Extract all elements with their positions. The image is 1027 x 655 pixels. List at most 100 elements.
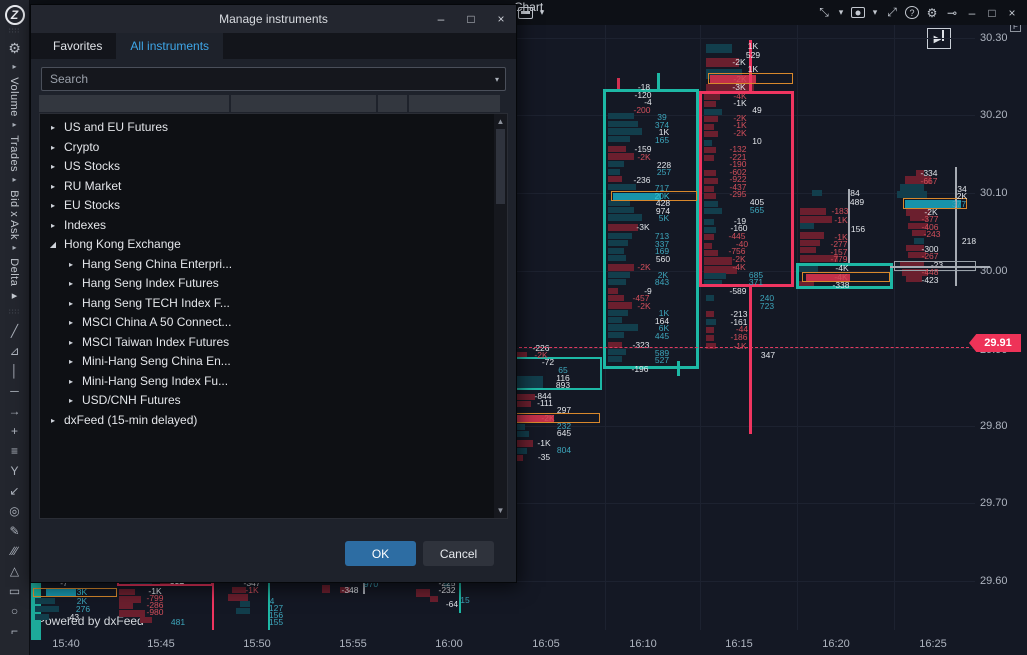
horizontal-line-tool[interactable]: ─ — [0, 381, 30, 401]
triangle-tool[interactable]: △ — [0, 561, 30, 581]
tree-item[interactable]: ▸Indexes — [40, 216, 507, 236]
minimize-icon[interactable]: – — [965, 6, 979, 20]
tree-item[interactable]: ▸Mini-Hang Seng China En... — [40, 352, 507, 372]
vertical-line-tool[interactable]: │ — [0, 361, 30, 381]
close-icon[interactable]: × — [494, 12, 508, 26]
collapsed-arrow-icon[interactable]: ▸ — [48, 157, 58, 177]
chevron-down-icon[interactable]: ▾ — [538, 7, 546, 18]
tree-item[interactable]: ▸ dxFeed (15-min delayed) — [40, 411, 507, 431]
tree-item[interactable]: ▸ MSCI Taiwan Index Futures — [40, 333, 507, 353]
pin-icon[interactable]: ⊸ — [945, 6, 959, 20]
polyline-tool[interactable]: ↙ — [0, 481, 30, 501]
tree-scrollbar[interactable]: ▲ ▼ — [494, 114, 507, 518]
pitchfork-tool[interactable]: Y — [0, 461, 30, 481]
list-header-cell[interactable] — [409, 95, 500, 112]
tree-item[interactable]: ▸Hang Seng Index Futures — [40, 274, 507, 294]
list-header-cell[interactable] — [378, 95, 407, 112]
expanded-arrow-icon[interactable]: ◢ — [48, 235, 58, 255]
tree-item[interactable]: ▸RU Market — [40, 177, 507, 197]
cluster-value: 347 — [761, 351, 775, 360]
collapsed-arrow-icon[interactable]: ▸ — [66, 372, 76, 392]
tree-item[interactable]: ▸EU Stocks — [40, 196, 507, 216]
collapsed-arrow-icon[interactable]: ▸ — [66, 255, 76, 275]
magnet-tool[interactable]: ◎ — [0, 501, 30, 521]
ellipse-tool[interactable]: ○ — [0, 601, 30, 621]
help-icon[interactable]: ? — [905, 6, 919, 19]
collapsed-arrow-icon[interactable]: ▸ — [66, 333, 76, 353]
scroll-down-icon[interactable]: ▼ — [494, 506, 507, 515]
levels-tool[interactable]: ≡ — [0, 441, 30, 461]
sidebar-section-volume[interactable]: ▸ Volume — [8, 62, 20, 117]
tree-item[interactable]: ▸Hang Seng China Enterpri... — [40, 255, 507, 275]
tree-item[interactable]: ▸US Stocks — [40, 157, 507, 177]
minimize-icon[interactable]: – — [434, 12, 448, 26]
scrollbar-thumb[interactable] — [496, 129, 505, 204]
collapsed-arrow-icon[interactable]: ▸ — [66, 313, 76, 333]
tab-all-instruments[interactable]: All instruments — [116, 33, 223, 59]
price-axis-label: 30.30 — [980, 32, 1008, 44]
sidebar-section-trades[interactable]: ▸ Trades — [8, 120, 20, 172]
collapsed-arrow-icon[interactable]: ▸ — [66, 391, 76, 411]
cluster-bar — [706, 311, 714, 317]
cluster-value: -4K — [732, 263, 745, 272]
search-input[interactable] — [41, 67, 506, 91]
dialog-titlebar[interactable]: Manage instruments –□× — [31, 5, 516, 33]
collapsed-arrow-icon[interactable]: ▸ — [48, 177, 58, 197]
camera-icon[interactable] — [851, 7, 865, 18]
ok-button[interactable]: OK — [345, 541, 416, 566]
cancel-button[interactable]: Cancel — [423, 541, 494, 566]
app-logo-icon[interactable]: Z — [5, 5, 25, 25]
scroll-up-icon[interactable]: ▲ — [494, 117, 507, 126]
fullscreen-icon[interactable]: ⤢ — [885, 5, 899, 20]
drag-grip-icon[interactable]: ∷∷ — [9, 29, 20, 34]
sidebar-section-bid-x-ask[interactable]: ▸ Bid x Ask — [8, 175, 20, 240]
hatch-tool[interactable]: ∕∕∕ — [0, 541, 30, 561]
collapsed-arrow-icon[interactable]: ▸ — [48, 196, 58, 216]
panel-link-icon[interactable] — [518, 7, 533, 19]
collapsed-arrow-icon[interactable]: ▸ — [48, 216, 58, 236]
manage-instruments-dialog: Manage instruments –□× FavoritesAll inst… — [30, 4, 517, 583]
trend-line-tool[interactable]: ╱ — [0, 321, 30, 341]
angle-tool[interactable]: ⊿ — [0, 341, 30, 361]
tree-item[interactable]: ▸MSCI China A 50 Connect... — [40, 313, 507, 333]
cluster-bar — [800, 208, 826, 215]
list-header-cell[interactable] — [231, 95, 376, 112]
tree-item[interactable]: ▸Hang Seng TECH Index F... — [40, 294, 507, 314]
rectangle-tool[interactable]: ▭ — [0, 581, 30, 601]
maximize-icon[interactable]: □ — [464, 12, 478, 26]
cross-tool[interactable]: + — [0, 421, 30, 441]
tree-item-label: dxFeed (15-min delayed) — [64, 411, 197, 431]
drag-grip-icon[interactable]: ∷∷ — [9, 310, 20, 315]
tree-item[interactable]: ◢Hong Kong Exchange — [40, 235, 507, 255]
instrument-tree: ▸US and EU Futures▸Crypto▸US Stocks▸RU M… — [39, 113, 508, 519]
list-header-cell[interactable] — [39, 95, 229, 112]
sidebar-section-delta[interactable]: ▸ Delta — [8, 243, 20, 286]
eraser-tool[interactable]: ✎ — [0, 521, 30, 541]
price-axis-label: 30.20 — [980, 109, 1008, 121]
settings-gear-icon[interactable]: ⚙ — [8, 40, 21, 57]
collapsed-arrow-icon[interactable]: ▸ — [48, 411, 58, 431]
tree-item-label: MSCI Taiwan Index Futures — [82, 333, 229, 353]
chevron-down-icon[interactable]: ▾ — [871, 7, 879, 18]
arrow-tool[interactable]: → — [0, 401, 30, 421]
collapsed-arrow-icon[interactable]: ▸ — [48, 138, 58, 158]
dock-icon[interactable]: ⤡ — [817, 5, 831, 20]
tree-item[interactable]: ▸Crypto — [40, 138, 507, 158]
tree-item[interactable]: ▸Mini-Hang Seng Index Fu... — [40, 372, 507, 392]
chevron-down-icon[interactable]: ▾ — [837, 7, 845, 18]
collapsed-arrow-icon[interactable]: ▸ — [48, 118, 58, 138]
close-icon[interactable]: × — [1005, 6, 1019, 20]
tree-item[interactable]: ▸USD/CNH Futures — [40, 391, 507, 411]
cluster-value: -1K — [733, 99, 746, 108]
collapsed-arrow-icon[interactable]: ▸ — [66, 352, 76, 372]
cluster-bar — [800, 223, 814, 229]
section-arrow-icon[interactable]: ▸ — [8, 289, 21, 303]
settings-gear-icon[interactable]: ⚙ — [925, 6, 939, 20]
tree-item[interactable]: ▸US and EU Futures — [40, 118, 507, 138]
clipped-tool[interactable]: ⌐ — [0, 621, 30, 641]
collapsed-arrow-icon[interactable]: ▸ — [66, 274, 76, 294]
maximize-icon[interactable]: □ — [985, 6, 999, 20]
collapsed-arrow-icon[interactable]: ▸ — [66, 294, 76, 314]
tab-favorites[interactable]: Favorites — [39, 33, 116, 59]
cluster-value: 297 — [557, 406, 571, 415]
